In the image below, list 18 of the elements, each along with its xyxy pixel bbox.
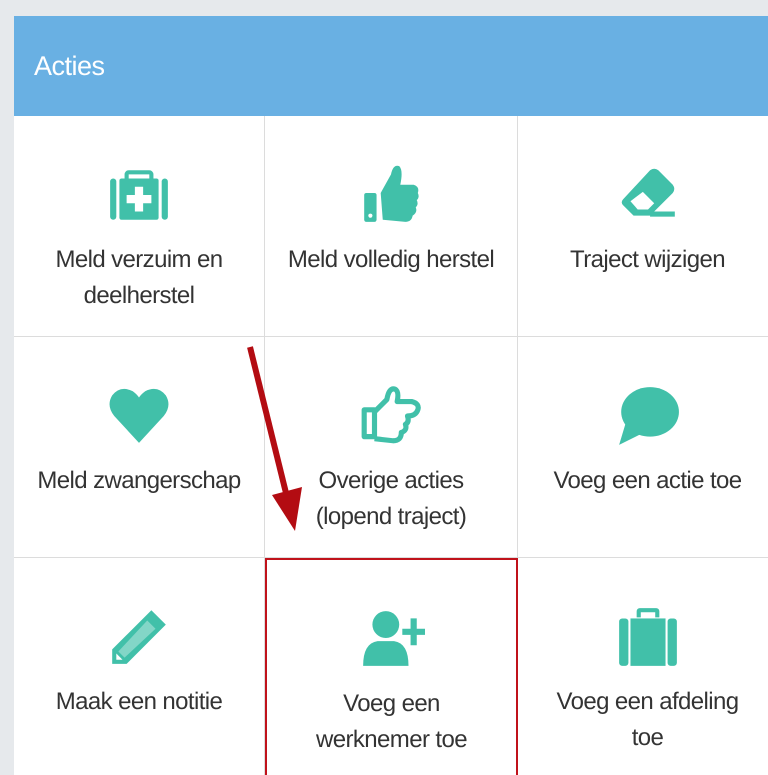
action-tile[interactable]: Voeg een actie toe: [518, 337, 768, 558]
action-label: Meld volledig herstel: [286, 245, 496, 275]
action-tile[interactable]: Meld zwangerschap: [14, 337, 265, 558]
action-label: Voeg een actie toe: [552, 466, 743, 496]
action-label: Voeg een werknemer toe: [315, 689, 468, 755]
action-label: Voeg een afdeling toe: [556, 687, 740, 753]
action-tile[interactable]: Voeg een afdeling toe: [518, 558, 768, 775]
action-label: Overige acties (lopend traject): [314, 466, 468, 532]
action-tile[interactable]: Traject wijzigen: [518, 116, 768, 337]
action-tile[interactable]: Meld volledig herstel: [265, 116, 518, 337]
panel-title: Acties: [34, 50, 105, 82]
action-label: Maak een notitie: [54, 687, 224, 717]
action-label: Traject wijzigen: [569, 245, 726, 275]
action-tile[interactable]: Maak een notitie: [14, 558, 265, 775]
action-tile[interactable]: Voeg een werknemer toe: [265, 558, 518, 775]
action-label: Meld verzuim en deelherstel: [54, 245, 224, 311]
action-label: Meld zwangerschap: [36, 466, 242, 496]
action-tile[interactable]: Meld verzuim en deelherstel: [14, 116, 265, 337]
